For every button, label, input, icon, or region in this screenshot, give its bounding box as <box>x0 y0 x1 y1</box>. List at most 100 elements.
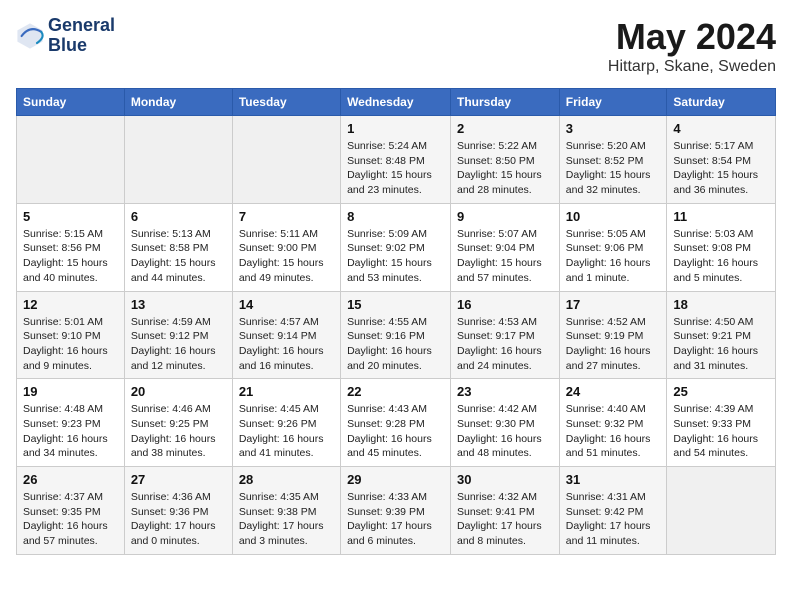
table-row: 3 Sunrise: 5:20 AM Sunset: 8:52 PM Daylig… <box>559 116 667 204</box>
day-number: 30 <box>457 472 553 487</box>
day-number: 20 <box>131 384 226 399</box>
day-number: 1 <box>347 121 444 136</box>
day-number: 21 <box>239 384 334 399</box>
header-sunday: Sunday <box>17 89 125 116</box>
day-info: Sunrise: 5:11 AM Sunset: 9:00 PM Dayligh… <box>239 227 334 286</box>
day-number: 29 <box>347 472 444 487</box>
day-info: Sunrise: 4:40 AM Sunset: 9:32 PM Dayligh… <box>566 402 661 461</box>
calendar-header: Sunday Monday Tuesday Wednesday Thursday… <box>17 89 776 116</box>
day-number: 10 <box>566 209 661 224</box>
day-number: 16 <box>457 297 553 312</box>
day-info: Sunrise: 4:36 AM Sunset: 9:36 PM Dayligh… <box>131 490 226 549</box>
day-info: Sunrise: 5:01 AM Sunset: 9:10 PM Dayligh… <box>23 315 118 374</box>
day-number: 15 <box>347 297 444 312</box>
day-number: 23 <box>457 384 553 399</box>
day-info: Sunrise: 4:59 AM Sunset: 9:12 PM Dayligh… <box>131 315 226 374</box>
day-info: Sunrise: 4:46 AM Sunset: 9:25 PM Dayligh… <box>131 402 226 461</box>
table-row: 29 Sunrise: 4:33 AM Sunset: 9:39 PM Dayli… <box>341 467 451 555</box>
table-row: 30Sunrise: 4:32 AM Sunset: 9:41 PM Dayli… <box>451 467 560 555</box>
header-friday: Friday <box>559 89 667 116</box>
header-saturday: Saturday <box>667 89 776 116</box>
day-number: 25 <box>673 384 769 399</box>
table-row: 21 Sunrise: 4:45 AM Sunset: 9:26 PM Dayli… <box>232 379 340 467</box>
day-number: 14 <box>239 297 334 312</box>
day-number: 26 <box>23 472 118 487</box>
day-number: 3 <box>566 121 661 136</box>
table-row <box>124 116 232 204</box>
day-number: 31 <box>566 472 661 487</box>
table-row: 22 Sunrise: 4:43 AM Sunset: 9:28 PM Dayli… <box>341 379 451 467</box>
table-row: 25 Sunrise: 4:39 AM Sunset: 9:33 PM Dayli… <box>667 379 776 467</box>
table-row: 28Sunrise: 4:35 AM Sunset: 9:38 PM Dayli… <box>232 467 340 555</box>
table-row: 27 Sunrise: 4:36 AM Sunset: 9:36 PM Dayli… <box>124 467 232 555</box>
table-row: 4 Sunrise: 5:17 AM Sunset: 8:54 PM Daylig… <box>667 116 776 204</box>
logo-text: General Blue <box>48 16 115 56</box>
table-row: 1 Sunrise: 5:24 AM Sunset: 8:48 PM Daylig… <box>341 116 451 204</box>
table-row: 18Sunrise: 4:50 AM Sunset: 9:21 PM Dayli… <box>667 291 776 379</box>
day-info: Sunrise: 5:05 AM Sunset: 9:06 PM Dayligh… <box>566 227 661 286</box>
table-row: 11 Sunrise: 5:03 AM Sunset: 9:08 PM Dayli… <box>667 203 776 291</box>
table-row: 24 Sunrise: 4:40 AM Sunset: 9:32 PM Dayli… <box>559 379 667 467</box>
day-info: Sunrise: 4:35 AM Sunset: 9:38 PM Dayligh… <box>239 490 334 549</box>
header-monday: Monday <box>124 89 232 116</box>
table-row: 8 Sunrise: 5:09 AM Sunset: 9:02 PM Daylig… <box>341 203 451 291</box>
day-info: Sunrise: 4:31 AM Sunset: 9:42 PM Dayligh… <box>566 490 661 549</box>
day-number: 22 <box>347 384 444 399</box>
day-number: 17 <box>566 297 661 312</box>
day-info: Sunrise: 4:39 AM Sunset: 9:33 PM Dayligh… <box>673 402 769 461</box>
day-number: 27 <box>131 472 226 487</box>
table-row: 5Sunrise: 5:15 AM Sunset: 8:56 PM Daylig… <box>17 203 125 291</box>
day-number: 6 <box>131 209 226 224</box>
page-header: General Blue May 2024 Hittarp, Skane, Sw… <box>16 16 776 76</box>
day-number: 12 <box>23 297 118 312</box>
day-info: Sunrise: 5:03 AM Sunset: 9:08 PM Dayligh… <box>673 227 769 286</box>
table-row: 7Sunrise: 5:11 AM Sunset: 9:00 PM Daylig… <box>232 203 340 291</box>
table-row: 9Sunrise: 5:07 AM Sunset: 9:04 PM Daylig… <box>451 203 560 291</box>
day-info: Sunrise: 5:07 AM Sunset: 9:04 PM Dayligh… <box>457 227 553 286</box>
table-row: 19 Sunrise: 4:48 AM Sunset: 9:23 PM Dayli… <box>17 379 125 467</box>
day-number: 24 <box>566 384 661 399</box>
table-row: 6 Sunrise: 5:13 AM Sunset: 8:58 PM Daylig… <box>124 203 232 291</box>
day-info: Sunrise: 5:13 AM Sunset: 8:58 PM Dayligh… <box>131 227 226 286</box>
header-thursday: Thursday <box>451 89 560 116</box>
day-info: Sunrise: 4:37 AM Sunset: 9:35 PM Dayligh… <box>23 490 118 549</box>
day-number: 11 <box>673 209 769 224</box>
day-info: Sunrise: 4:53 AM Sunset: 9:17 PM Dayligh… <box>457 315 553 374</box>
table-row: 31 Sunrise: 4:31 AM Sunset: 9:42 PM Dayli… <box>559 467 667 555</box>
day-number: 18 <box>673 297 769 312</box>
calendar-table: Sunday Monday Tuesday Wednesday Thursday… <box>16 88 776 555</box>
logo-icon <box>16 22 44 50</box>
day-info: Sunrise: 4:48 AM Sunset: 9:23 PM Dayligh… <box>23 402 118 461</box>
table-row: 13Sunrise: 4:59 AM Sunset: 9:12 PM Dayli… <box>124 291 232 379</box>
table-row: 2 Sunrise: 5:22 AM Sunset: 8:50 PM Daylig… <box>451 116 560 204</box>
table-row <box>232 116 340 204</box>
day-info: Sunrise: 5:24 AM Sunset: 8:48 PM Dayligh… <box>347 139 444 198</box>
table-row: 17 Sunrise: 4:52 AM Sunset: 9:19 PM Dayli… <box>559 291 667 379</box>
table-row <box>667 467 776 555</box>
header-wednesday: Wednesday <box>341 89 451 116</box>
day-info: Sunrise: 4:33 AM Sunset: 9:39 PM Dayligh… <box>347 490 444 549</box>
month-title: May 2024 <box>608 16 776 58</box>
day-number: 2 <box>457 121 553 136</box>
day-number: 4 <box>673 121 769 136</box>
day-info: Sunrise: 4:57 AM Sunset: 9:14 PM Dayligh… <box>239 315 334 374</box>
day-info: Sunrise: 4:43 AM Sunset: 9:28 PM Dayligh… <box>347 402 444 461</box>
day-info: Sunrise: 5:20 AM Sunset: 8:52 PM Dayligh… <box>566 139 661 198</box>
header-tuesday: Tuesday <box>232 89 340 116</box>
location: Hittarp, Skane, Sweden <box>608 58 776 76</box>
calendar-body: 1 Sunrise: 5:24 AM Sunset: 8:48 PM Daylig… <box>17 116 776 555</box>
table-row: 16 Sunrise: 4:53 AM Sunset: 9:17 PM Dayli… <box>451 291 560 379</box>
table-row <box>17 116 125 204</box>
table-row: 23Sunrise: 4:42 AM Sunset: 9:30 PM Dayli… <box>451 379 560 467</box>
logo: General Blue <box>16 16 115 56</box>
day-info: Sunrise: 4:52 AM Sunset: 9:19 PM Dayligh… <box>566 315 661 374</box>
day-info: Sunrise: 5:17 AM Sunset: 8:54 PM Dayligh… <box>673 139 769 198</box>
day-number: 8 <box>347 209 444 224</box>
table-row: 10 Sunrise: 5:05 AM Sunset: 9:06 PM Dayli… <box>559 203 667 291</box>
day-info: Sunrise: 5:22 AM Sunset: 8:50 PM Dayligh… <box>457 139 553 198</box>
table-row: 15Sunrise: 4:55 AM Sunset: 9:16 PM Dayli… <box>341 291 451 379</box>
day-info: Sunrise: 4:45 AM Sunset: 9:26 PM Dayligh… <box>239 402 334 461</box>
table-row: 26 Sunrise: 4:37 AM Sunset: 9:35 PM Dayli… <box>17 467 125 555</box>
day-number: 19 <box>23 384 118 399</box>
day-info: Sunrise: 5:09 AM Sunset: 9:02 PM Dayligh… <box>347 227 444 286</box>
